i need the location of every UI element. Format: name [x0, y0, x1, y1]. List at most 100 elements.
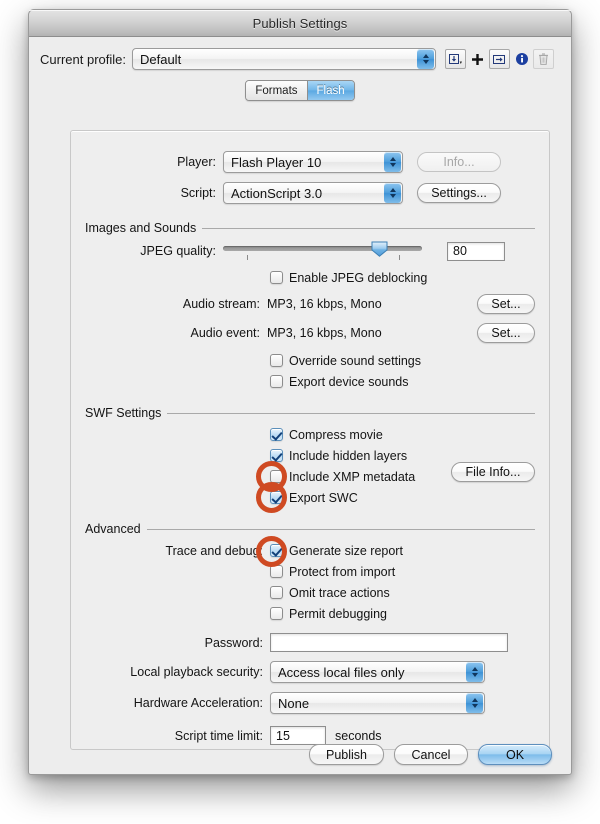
publish-button[interactable]: Publish [309, 744, 384, 765]
audio-stream-set-button[interactable]: Set... [477, 294, 535, 314]
images-and-sounds-group: Images and Sounds JPEG quality: 80 Enabl… [85, 221, 535, 392]
export-swc-checkbox[interactable] [270, 491, 283, 504]
omit-trace-actions-checkbox[interactable] [270, 586, 283, 599]
slider-track [223, 246, 422, 251]
permit-debugging-row[interactable]: Permit debugging [270, 603, 535, 624]
hardware-acceleration-row: Hardware Acceleration: None [85, 692, 535, 714]
profile-toolbar [445, 49, 557, 69]
tab-formats[interactable]: Formats [246, 81, 307, 100]
override-sound-settings-label: Override sound settings [289, 353, 422, 368]
slider-tick [399, 255, 400, 260]
protect-from-import-row[interactable]: Protect from import [270, 561, 535, 582]
enable-jpeg-deblocking-row[interactable]: Enable JPEG deblocking [270, 267, 535, 288]
duplicate-profile-icon[interactable] [489, 49, 510, 69]
dropdown-stepper-icon [417, 49, 434, 69]
compress-movie-checkbox[interactable] [270, 428, 283, 441]
add-profile-icon[interactable] [469, 49, 486, 69]
script-time-limit-row: Script time limit: 15 seconds [85, 726, 535, 745]
group-divider [202, 227, 535, 229]
ok-button[interactable]: OK [478, 744, 552, 765]
omit-trace-actions-label: Omit trace actions [289, 585, 390, 600]
current-profile-value: Default [139, 51, 182, 67]
jpeg-quality-slider[interactable] [223, 240, 422, 262]
export-device-sounds-checkbox[interactable] [270, 375, 283, 388]
hardware-acceleration-label: Hardware Acceleration: [133, 696, 263, 710]
audio-stream-label: Audio stream: [182, 297, 260, 311]
local-playback-security-value: Access local files only [278, 664, 405, 680]
script-label: Script: [180, 186, 216, 200]
override-sound-settings-row[interactable]: Override sound settings [270, 350, 535, 371]
cancel-button[interactable]: Cancel [394, 744, 468, 765]
export-device-sounds-label: Export device sounds [289, 374, 409, 389]
dropdown-stepper-icon [466, 662, 483, 682]
permit-debugging-label: Permit debugging [289, 606, 387, 621]
include-xmp-metadata-label: Include XMP metadata [289, 469, 416, 484]
local-playback-security-dropdown[interactable]: Access local files only [270, 661, 485, 683]
slider-tick [247, 255, 248, 260]
tab-bar: Formats Flash [29, 80, 571, 101]
generate-size-report-row[interactable]: Generate size report [270, 540, 403, 561]
current-profile-dropdown[interactable]: Default [131, 48, 436, 70]
tab-flash[interactable]: Flash [306, 81, 354, 100]
dropdown-stepper-icon [384, 183, 401, 203]
script-settings-button[interactable]: Settings... [417, 183, 501, 203]
generate-size-report-checkbox[interactable] [270, 544, 283, 557]
swf-settings-group: SWF Settings Compress movie Include hidd… [85, 406, 535, 513]
profile-properties-icon[interactable] [513, 49, 530, 69]
script-time-limit-input[interactable]: 15 [270, 726, 326, 745]
enable-jpeg-deblocking-checkbox[interactable] [270, 271, 283, 284]
jpeg-quality-label: JPEG quality: [140, 244, 216, 258]
script-value: ActionScript 3.0 [231, 185, 323, 201]
player-dropdown[interactable]: Flash Player 10 [223, 151, 403, 173]
protect-from-import-checkbox[interactable] [270, 565, 283, 578]
player-value: Flash Player 10 [231, 154, 322, 170]
group-divider [146, 528, 535, 530]
hardware-acceleration-value: None [278, 695, 310, 711]
window-title: Publish Settings [252, 15, 348, 31]
local-playback-security-row: Local playback security: Access local fi… [85, 661, 535, 683]
player-row: Player: Flash Player 10 Info... [71, 151, 549, 173]
file-info-button[interactable]: File Info... [451, 462, 535, 482]
protect-from-import-label: Protect from import [289, 564, 396, 579]
hardware-acceleration-dropdown[interactable]: None [270, 692, 485, 714]
script-row: Script: ActionScript 3.0 Settings... [71, 182, 549, 204]
advanced-group: Advanced Trace and debug: Generate size … [85, 522, 535, 745]
override-sound-settings-checkbox[interactable] [270, 354, 283, 367]
trace-and-debug-label: Trace and debug: [165, 543, 263, 558]
script-time-limit-label: Script time limit: [174, 728, 263, 743]
dropdown-stepper-icon [384, 152, 401, 172]
slider-thumb[interactable] [371, 241, 388, 257]
omit-trace-actions-row[interactable]: Omit trace actions [270, 582, 535, 603]
images-and-sounds-title: Images and Sounds [85, 221, 197, 235]
local-playback-security-label: Local playback security: [130, 665, 263, 679]
compress-movie-row[interactable]: Compress movie [270, 424, 535, 445]
include-xmp-metadata-checkbox[interactable] [270, 470, 283, 483]
jpeg-quality-row: JPEG quality: 80 [85, 240, 535, 262]
audio-event-row: Audio event: MP3, 16 kbps, Mono Set... [85, 323, 535, 343]
export-device-sounds-row[interactable]: Export device sounds [270, 371, 535, 392]
player-info-button[interactable]: Info... [417, 152, 501, 172]
current-profile-row: Current profile: Default [29, 37, 571, 70]
swf-settings-title: SWF Settings [85, 406, 162, 420]
script-dropdown[interactable]: ActionScript 3.0 [223, 182, 403, 204]
generate-size-report-label: Generate size report [289, 543, 403, 558]
include-hidden-layers-checkbox[interactable] [270, 449, 283, 462]
permit-debugging-checkbox[interactable] [270, 607, 283, 620]
dialog-body: Current profile: Default Formats Flash P… [29, 37, 571, 776]
title-bar: Publish Settings [29, 10, 571, 37]
player-label: Player: [177, 155, 216, 169]
audio-event-set-button[interactable]: Set... [477, 323, 535, 343]
audio-event-value: MP3, 16 kbps, Mono [267, 326, 382, 340]
enable-jpeg-deblocking-label: Enable JPEG deblocking [289, 270, 428, 285]
export-swc-row[interactable]: Export SWC [270, 487, 535, 508]
import-profile-icon[interactable] [445, 49, 466, 69]
jpeg-quality-input[interactable]: 80 [447, 241, 505, 261]
audio-stream-value: MP3, 16 kbps, Mono [267, 297, 382, 311]
advanced-title: Advanced [85, 522, 141, 536]
group-divider [167, 412, 535, 414]
script-time-limit-unit: seconds [335, 728, 382, 743]
password-label: Password: [204, 635, 263, 650]
audio-event-label: Audio event: [190, 326, 261, 340]
delete-profile-icon[interactable] [533, 49, 554, 69]
password-input[interactable] [270, 633, 508, 652]
